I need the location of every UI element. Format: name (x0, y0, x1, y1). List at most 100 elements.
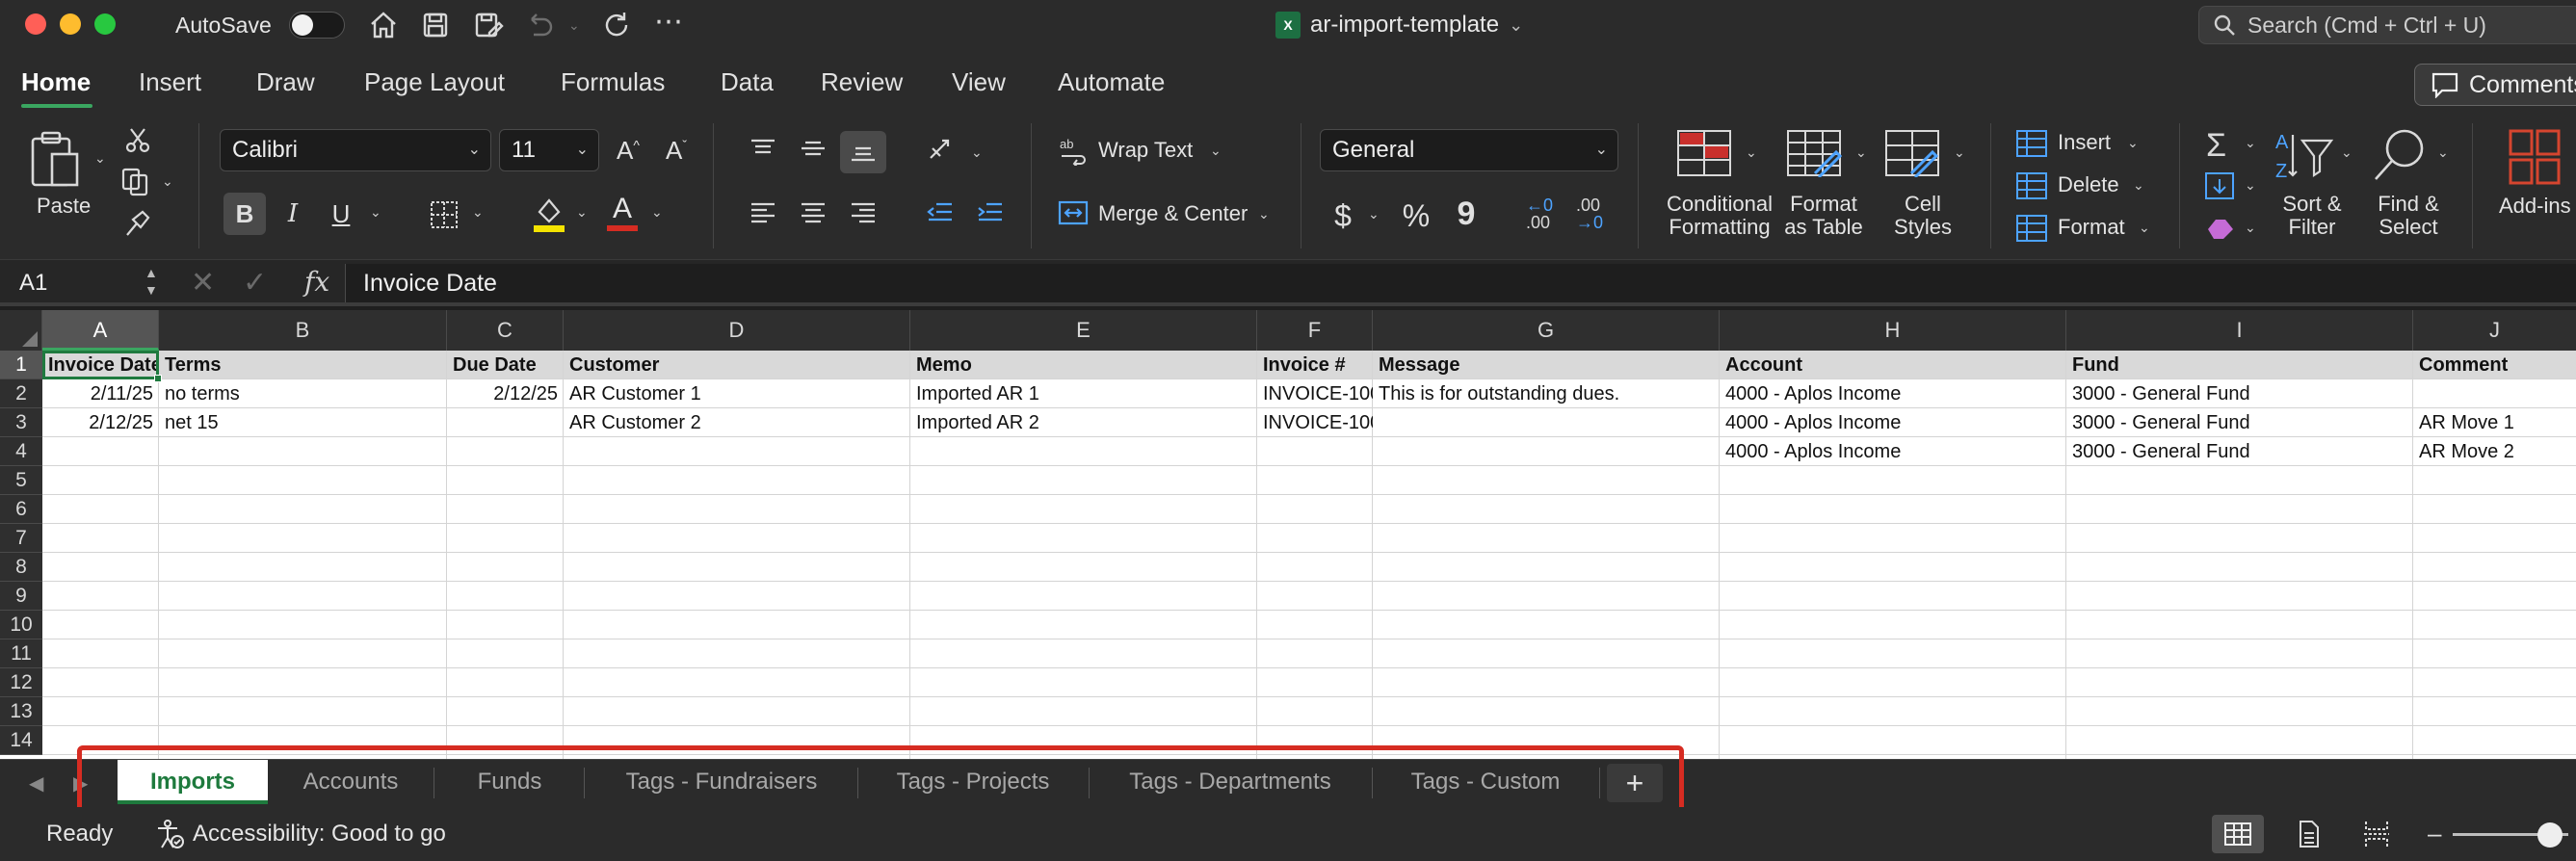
data-cell[interactable]: 4000 - Aplos Income (1720, 437, 2066, 466)
fill-icon[interactable] (2204, 171, 2235, 200)
align-bottom-button[interactable] (840, 131, 886, 173)
column-title-cell[interactable]: Customer (564, 351, 910, 379)
align-middle-icon[interactable] (798, 137, 828, 164)
data-cell[interactable]: Imported AR 2 (910, 408, 1257, 437)
cell-styles-label[interactable]: Cell Styles (1886, 193, 1959, 239)
data-cell[interactable]: Imported AR 1 (910, 379, 1257, 408)
data-cell[interactable]: AR Move 1 (2413, 408, 2576, 437)
insert-cells-dropdown-icon[interactable]: ⌄ (2127, 135, 2139, 151)
percent-button[interactable]: % (1395, 195, 1437, 237)
increase-font-size-button[interactable]: A^ (607, 129, 649, 171)
tab-automate[interactable]: Automate (1058, 67, 1165, 97)
more-icon[interactable]: ⋯ (651, 8, 686, 42)
data-cell[interactable]: 3000 - General Fund (2066, 379, 2413, 408)
clear-dropdown-icon[interactable]: ⌄ (2245, 220, 2256, 236)
italic-button[interactable]: I (272, 193, 314, 235)
home-icon[interactable] (366, 8, 401, 42)
paste-label[interactable]: Paste (37, 195, 91, 218)
page-layout-view-button[interactable] (2283, 815, 2335, 853)
window-close-button[interactable] (25, 13, 46, 35)
increase-decimal-icon[interactable]: ←0.00 (1526, 196, 1553, 231)
conditional-formatting-icon[interactable] (1676, 129, 1732, 177)
data-cell[interactable]: 4000 - Aplos Income (1720, 408, 2066, 437)
page-break-view-button[interactable] (2351, 815, 2403, 853)
delete-cells-label[interactable]: Delete (2058, 173, 2119, 196)
decrease-indent-icon[interactable] (925, 200, 956, 227)
wrap-text-dropdown-icon[interactable]: ⌄ (1210, 143, 1222, 159)
column-title-cell[interactable]: Message (1373, 351, 1720, 379)
insert-cells-icon[interactable] (2015, 129, 2048, 158)
column-title-cell[interactable]: Fund (2066, 351, 2413, 379)
window-minimize-button[interactable] (60, 13, 81, 35)
accessibility-status[interactable]: Accessibility: Good to go (193, 821, 446, 848)
column-header-f[interactable]: F (1257, 310, 1373, 351)
paste-dropdown-icon[interactable]: ⌄ (94, 150, 106, 167)
row-header-3[interactable]: 3 (0, 408, 42, 437)
save-icon[interactable] (418, 8, 453, 42)
insert-function-icon[interactable]: fx (304, 266, 329, 298)
wrap-text-icon[interactable]: ab (1058, 135, 1089, 166)
number-format-dropdown[interactable]: General ⌄ (1320, 129, 1618, 171)
redo-icon[interactable] (599, 8, 634, 42)
align-left-icon[interactable] (748, 200, 778, 227)
font-color-icon[interactable]: A (605, 193, 640, 231)
data-cell[interactable]: 2/12/25 (42, 408, 159, 437)
sort-filter-label[interactable]: Sort & Filter (2274, 193, 2351, 239)
fill-color-dropdown-icon[interactable]: ⌄ (576, 204, 588, 221)
delete-cells-dropdown-icon[interactable]: ⌄ (2133, 177, 2144, 194)
wrap-text-label[interactable]: Wrap Text (1098, 139, 1193, 162)
orientation-icon[interactable] (927, 135, 959, 164)
delete-cells-icon[interactable] (2015, 171, 2048, 200)
row-header-11[interactable]: 11 (0, 639, 42, 668)
decrease-font-size-button[interactable]: Aˇ (655, 129, 697, 171)
row-header-14[interactable]: 14 (0, 726, 42, 755)
clear-icon[interactable] (2206, 216, 2235, 241)
conditional-formatting-dropdown-icon[interactable]: ⌄ (1746, 144, 1757, 161)
column-title-cell[interactable]: Due Date (447, 351, 564, 379)
column-header-d[interactable]: D (564, 310, 910, 351)
sort-filter-dropdown-icon[interactable]: ⌄ (2341, 144, 2353, 161)
zoom-slider-handle[interactable] (2537, 822, 2563, 848)
tab-page-layout[interactable]: Page Layout (364, 67, 505, 97)
tab-draw[interactable]: Draw (256, 67, 315, 97)
document-title[interactable]: X ar-import-template ⌄ (1275, 10, 1523, 40)
tab-data[interactable]: Data (721, 67, 774, 97)
column-title-cell[interactable]: Memo (910, 351, 1257, 379)
data-cell[interactable]: This is for outstanding dues. (1373, 379, 1720, 408)
cancel-entry-icon[interactable]: ✕ (191, 266, 215, 300)
format-cells-label[interactable]: Format (2058, 216, 2125, 239)
column-header-i[interactable]: I (2066, 310, 2413, 351)
comma-style-button[interactable]: 9 (1445, 193, 1487, 235)
tab-home[interactable]: Home (21, 67, 91, 97)
data-cell[interactable]: no terms (159, 379, 447, 408)
fill-dropdown-icon[interactable]: ⌄ (2245, 177, 2256, 194)
data-cell[interactable]: 3000 - General Fund (2066, 437, 2413, 466)
column-header-e[interactable]: E (910, 310, 1257, 351)
column-title-cell[interactable]: Terms (159, 351, 447, 379)
window-maximize-button[interactable] (94, 13, 116, 35)
autosave-toggle[interactable] (289, 12, 345, 39)
paste-icon[interactable] (27, 129, 85, 193)
copy-dropdown-icon[interactable]: ⌄ (162, 173, 173, 190)
column-title-cell[interactable]: Account (1720, 351, 2066, 379)
find-select-label[interactable]: Find & Select (2366, 193, 2451, 239)
format-painter-icon[interactable] (121, 210, 152, 239)
tab-view[interactable]: View (952, 67, 1006, 97)
column-header-a[interactable]: A (42, 310, 159, 351)
data-cell[interactable]: net 15 (159, 408, 447, 437)
data-cell[interactable]: INVOICE-1000 (1257, 379, 1373, 408)
data-cell[interactable]: AR Customer 1 (564, 379, 910, 408)
data-cell[interactable]: 3000 - General Fund (2066, 408, 2413, 437)
tab-formulas[interactable]: Formulas (561, 67, 665, 97)
align-center-icon[interactable] (798, 200, 828, 227)
data-cell[interactable]: AR Move 2 (2413, 437, 2576, 466)
data-cell[interactable]: 4000 - Aplos Income (1720, 379, 2066, 408)
row-header-13[interactable]: 13 (0, 697, 42, 726)
row-header-1[interactable]: 1 (0, 351, 42, 379)
find-select-icon[interactable] (2372, 127, 2430, 183)
merge-center-dropdown-icon[interactable]: ⌄ (1258, 206, 1270, 222)
increase-indent-icon[interactable] (975, 200, 1006, 227)
data-cell[interactable]: 2/12/25 (447, 379, 564, 408)
format-cells-dropdown-icon[interactable]: ⌄ (2139, 220, 2150, 236)
column-title-cell[interactable]: Comment (2413, 351, 2576, 379)
